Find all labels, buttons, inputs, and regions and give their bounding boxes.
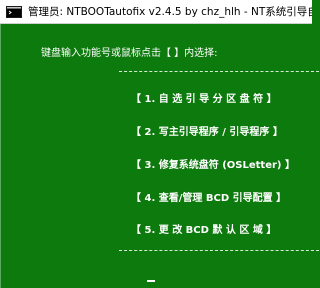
menu-divider-top — [119, 71, 319, 72]
console-area[interactable]: 键盘输入功能号或鼠标点击【 】内选择: 【 1. 自 选 引 导 分 区 盘 符… — [0, 24, 319, 288]
menu-item-manage-bcd[interactable]: 【 4. 查看/管理 BCD 引导配置 】 — [131, 189, 286, 204]
selection-prompt: 键盘输入功能号或鼠标点击【 】内选择: — [41, 48, 218, 59]
menu-divider-bottom — [119, 250, 319, 251]
console-icon — [6, 5, 22, 18]
menu-item-write-boot-program[interactable]: 【 2. 写主引导程序 / 引导程序 】 — [131, 123, 283, 138]
menu-item-fix-os-letter[interactable]: 【 3. 修复系统盘符 (OSLetter) 】 — [131, 156, 295, 171]
window-title: 管理员: NTBOOTautofix v2.4.5 by chz_hlh - N… — [28, 6, 312, 18]
menu-item-select-boot-partition[interactable]: 【 1. 自 选 引 导 分 区 盘 符 】 — [131, 90, 277, 105]
menu-item-change-bcd-locale[interactable]: 【 5. 更 改 BCD 默 认 区 域 】 — [131, 221, 276, 236]
text-cursor — [147, 280, 155, 282]
window-titlebar[interactable]: 管理员: NTBOOTautofix v2.4.5 by chz_hlh - N… — [0, 0, 312, 24]
